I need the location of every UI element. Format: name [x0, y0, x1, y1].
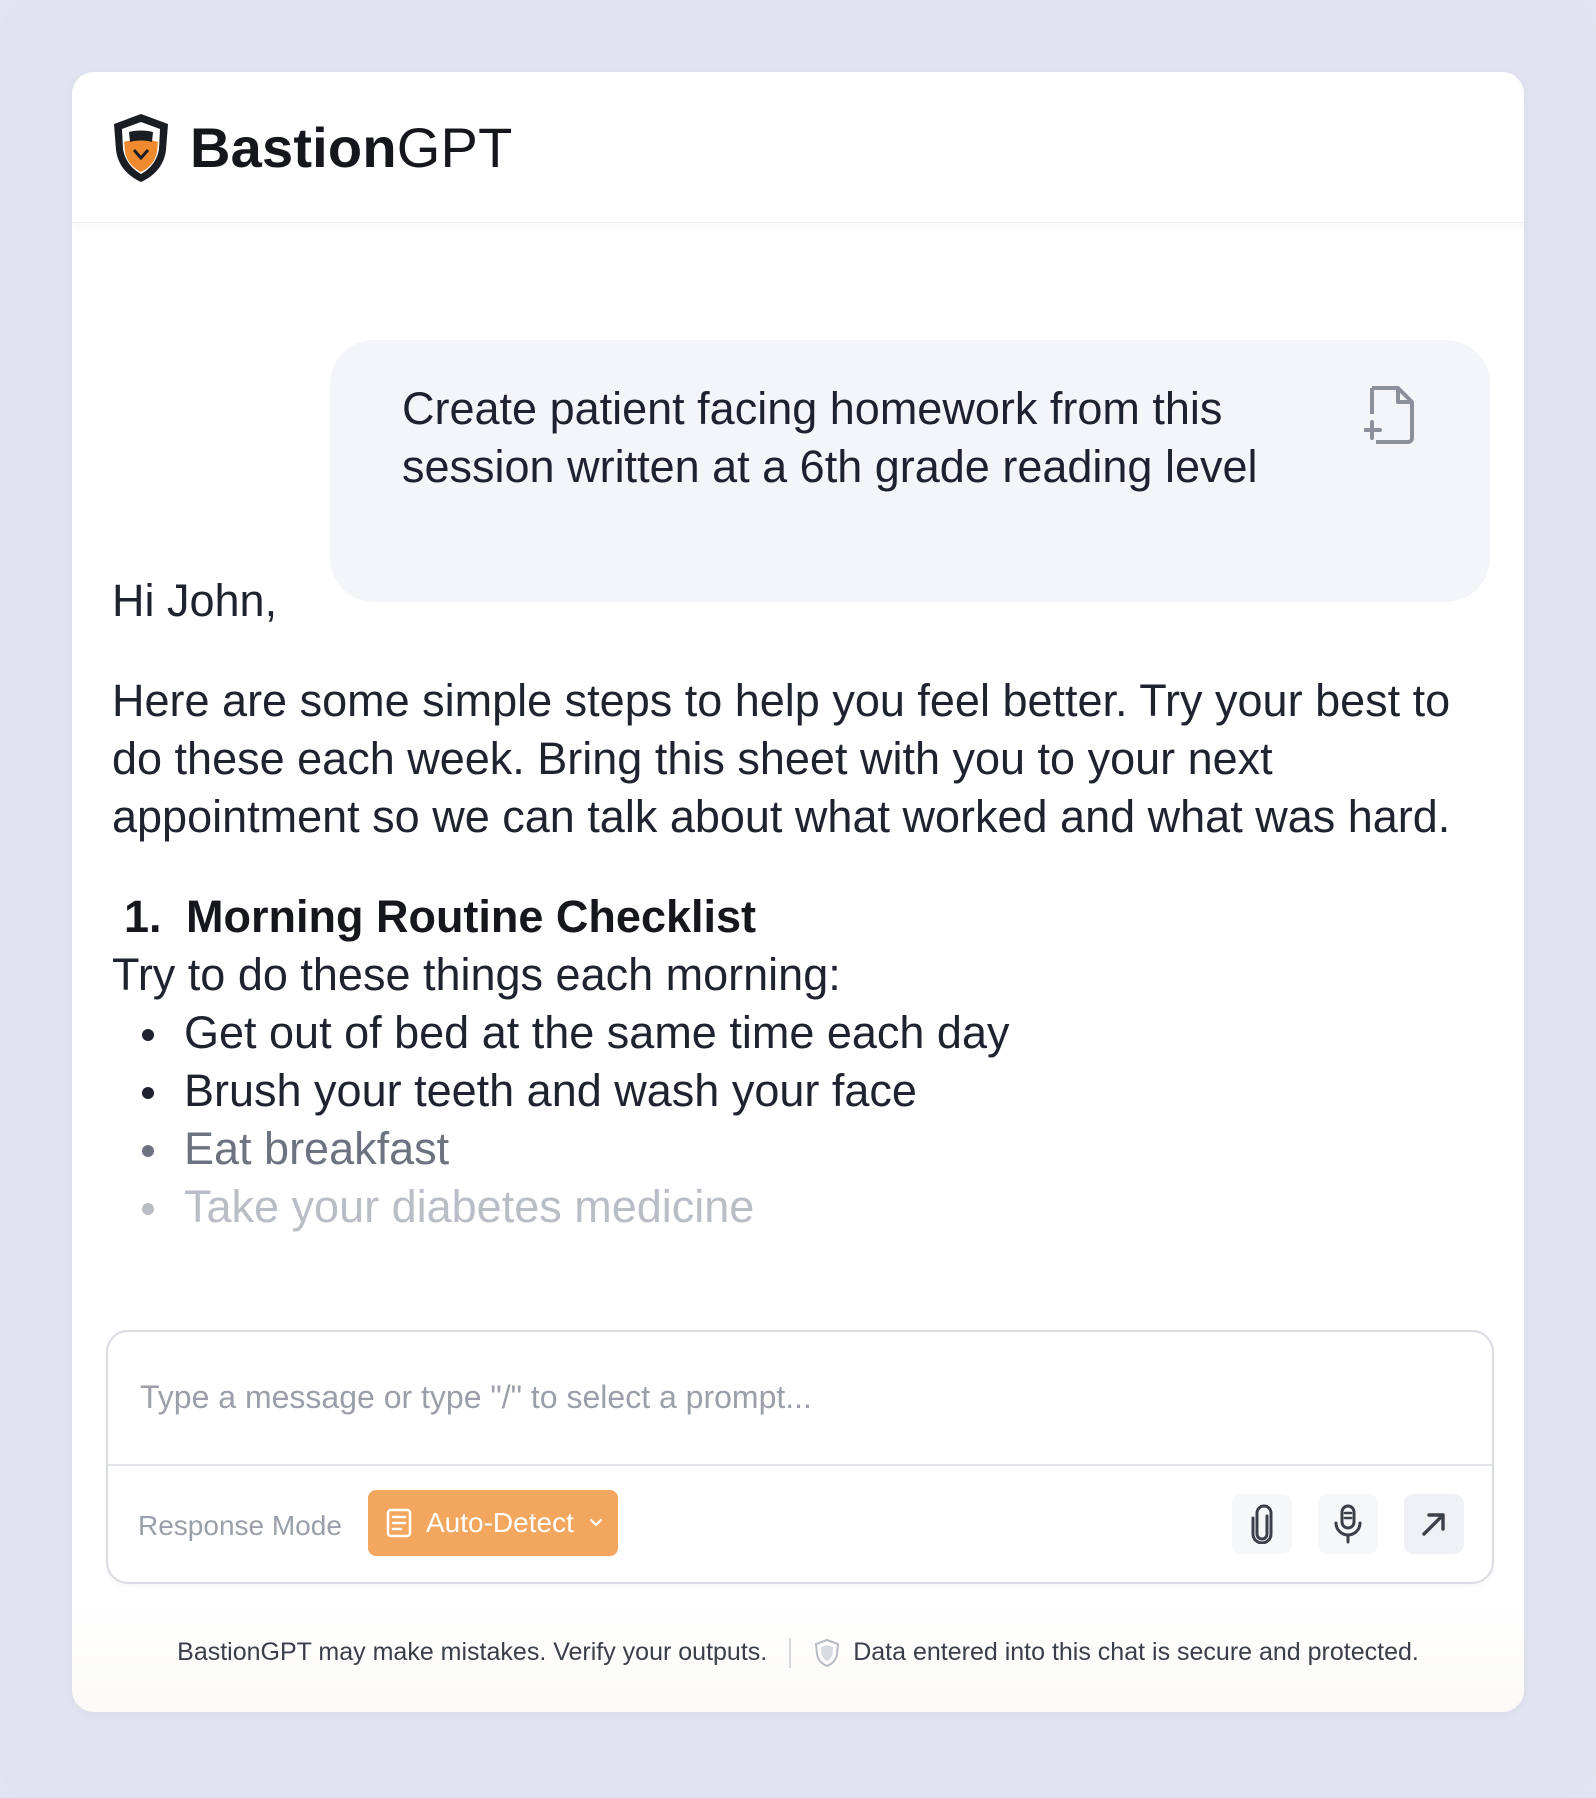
paperclip-icon — [1251, 1504, 1273, 1544]
response-mode-label: Response Mode — [138, 1510, 342, 1541]
disclaimer-text: BastionGPT may make mistakes. Verify you… — [177, 1638, 768, 1666]
chat-footer: BastionGPT may make mistakes. Verify you… — [72, 1604, 1524, 1712]
user-message-bubble: Create patient facing homework from this… — [330, 340, 1490, 602]
chevron-down-icon — [589, 1518, 602, 1527]
voice-input-button[interactable] — [1318, 1494, 1378, 1554]
attach-button[interactable] — [1232, 1494, 1292, 1554]
app-header: BastionGPT — [72, 72, 1524, 223]
arrow-up-right-icon — [1422, 1513, 1445, 1536]
user-message-text: Create patient facing homework from this… — [402, 383, 1258, 492]
response-intro: Here are some simple steps to help you f… — [112, 675, 1451, 842]
response-greeting: Hi John, — [112, 575, 278, 626]
footer-divider — [789, 1638, 792, 1669]
response-mode-dropdown[interactable]: Auto-Detect — [368, 1490, 618, 1556]
brand-name-light: GPT — [396, 116, 513, 179]
chat-window: BastionGPT Create patient facing homewor… — [72, 72, 1524, 1712]
message-input[interactable] — [138, 1368, 1442, 1426]
assistant-response: Hi John, Here are some simple steps to h… — [112, 572, 1482, 1236]
list-item: Eat breakfast — [112, 1120, 1482, 1178]
file-plus-icon[interactable] — [1364, 384, 1418, 446]
brand-name-bold: Bastion — [190, 116, 397, 179]
list-item: Get out of bed at the same time each day — [112, 1004, 1482, 1062]
shield-logo-icon — [114, 114, 168, 182]
message-input-area — [108, 1332, 1492, 1466]
footer-notes: BastionGPT may make mistakes. Verify you… — [72, 1638, 1524, 1669]
list-item: Take your diabetes medicine — [112, 1178, 1482, 1236]
security-note: Data entered into this chat is secure an… — [853, 1638, 1419, 1666]
message-composer: Response Mode Auto-Detect — [106, 1330, 1494, 1584]
book-icon — [386, 1508, 412, 1538]
section-heading: 1. Morning Routine Checklist — [112, 888, 1482, 946]
brand-name: BastionGPT — [190, 116, 512, 180]
response-mode-value: Auto-Detect — [426, 1507, 574, 1538]
checklist: Get out of bed at the same time each day… — [112, 1004, 1482, 1236]
list-item: Brush your teeth and wash your face — [112, 1062, 1482, 1120]
section-title: Morning Routine Checklist — [186, 891, 757, 942]
send-button[interactable] — [1404, 1494, 1464, 1554]
section-number: 1. — [124, 891, 162, 942]
microphone-icon — [1334, 1504, 1362, 1544]
composer-toolbar: Response Mode Auto-Detect — [108, 1464, 1492, 1582]
app-background: BastionGPT Create patient facing homewor… — [0, 0, 1596, 1798]
shield-icon — [815, 1639, 840, 1668]
section-lead: Try to do these things each morning: — [112, 949, 841, 1000]
